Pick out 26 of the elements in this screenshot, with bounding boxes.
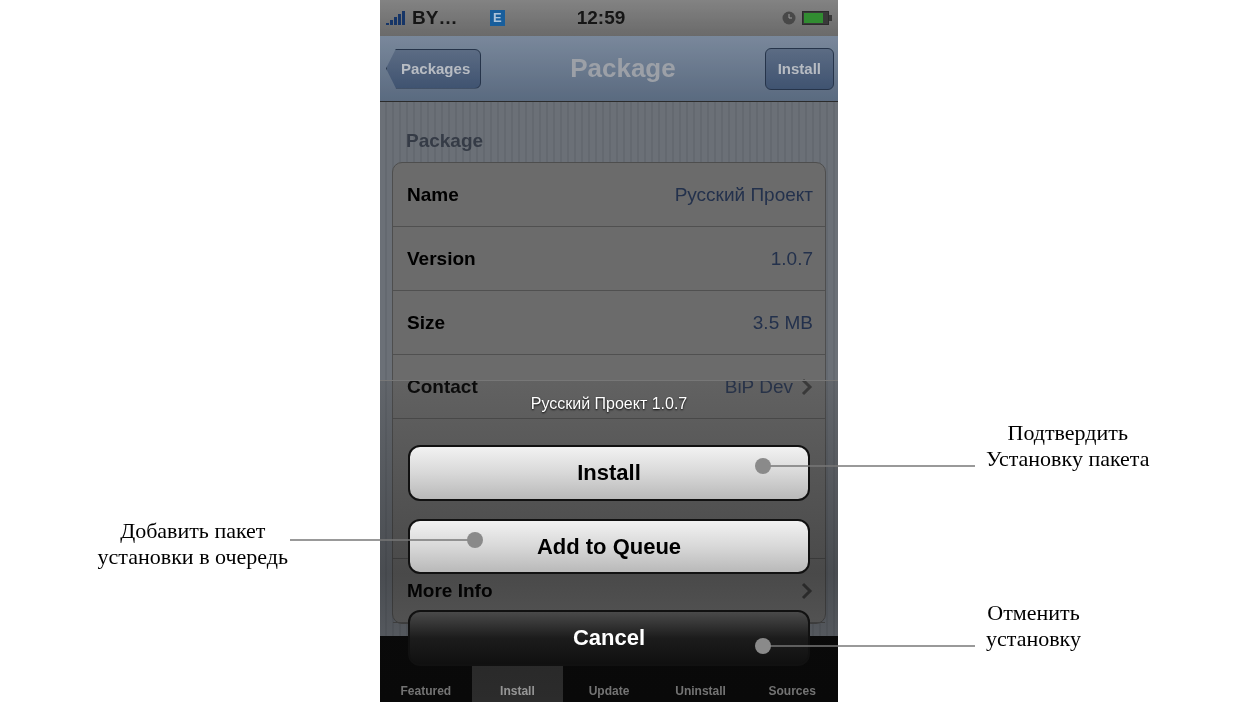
sheet-button[interactable]: Cancel (408, 610, 810, 666)
row-label: Version (407, 247, 476, 270)
chevron-icon (801, 581, 813, 600)
signal-icon (386, 11, 406, 25)
install-button[interactable]: Install (764, 47, 834, 90)
network-indicator: E (490, 10, 505, 26)
row-label[interactable]: Contact (407, 375, 478, 398)
clock-icon (782, 11, 796, 25)
status-time: 12:59 (576, 7, 627, 29)
sheet-button[interactable]: Add to Queue (408, 518, 810, 575)
row-label: Name (407, 183, 459, 206)
nav-title: Package (570, 53, 676, 84)
row-value: Русский Проект (674, 183, 813, 206)
annotation-text: Добавить пакет установки в очередь (97, 518, 288, 570)
annotation-text: Подтвердить Установку пакета (986, 420, 1150, 472)
sheet-title: Русский Проект 1.0.7 (530, 395, 688, 413)
chevron-icon (801, 377, 813, 396)
battery-icon (802, 11, 832, 25)
back-button[interactable]: Packages (386, 48, 482, 89)
row-value: 3.5 MB (752, 311, 813, 334)
row-value: 1.0.7 (770, 247, 813, 270)
row-label[interactable]: More Info (407, 579, 493, 602)
carrier-name: BY… (412, 7, 459, 29)
row-label: Size (407, 311, 446, 334)
sheet-button[interactable]: Install (408, 445, 810, 501)
annotation-text: Отменить установку (986, 600, 1081, 652)
